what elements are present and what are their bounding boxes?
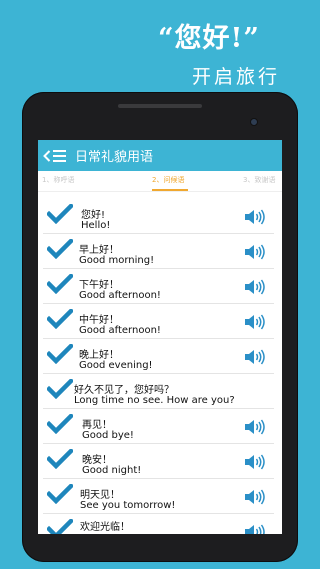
checkmark-icon (47, 309, 73, 329)
checkmark-icon (47, 274, 73, 294)
promo-subtitle: 开启旅行 (192, 66, 281, 88)
checkmark-icon (47, 239, 73, 259)
checkmark-icon (47, 414, 73, 434)
back-chevron-icon[interactable] (42, 146, 52, 166)
phrase-english: Good morning! (79, 255, 155, 266)
phrase-chinese: 再见！ (82, 420, 112, 431)
checkmark-icon (47, 484, 73, 504)
phrase-english: Good bye! (82, 430, 134, 441)
tab-forms-of-address[interactable]: 1、称呼语 (42, 175, 74, 185)
phrase-english: Good afternoon! (79, 325, 161, 336)
phrase-row[interactable]: 欢迎光临！ (43, 516, 274, 534)
phrase-chinese: 明天见！ (80, 490, 120, 501)
phrase-chinese: 您好! (81, 210, 106, 221)
phrase-english: Hello! (81, 220, 111, 231)
category-tabs: 1、称呼语 2、问候语 3、致谢语 (38, 171, 282, 192)
tab-greetings[interactable]: 2、问候语 (152, 175, 184, 185)
phrase-english: Good evening! (79, 360, 153, 371)
phrase-english: Long time no see. How are you? (74, 395, 235, 406)
promo-quote: “您好!” (158, 23, 260, 54)
app-title: 日常礼貌用语 (75, 150, 154, 165)
phrase-row[interactable]: 再见！ Good bye! (43, 411, 274, 444)
tab-thanks[interactable]: 3、致谢语 (243, 175, 275, 185)
speaker-icon[interactable] (243, 313, 265, 331)
speaker-icon[interactable] (243, 523, 265, 534)
active-tab-indicator (152, 189, 188, 191)
phone-camera (250, 118, 258, 126)
speaker-icon[interactable] (243, 348, 265, 366)
phrase-row[interactable]: 中午好！ Good afternoon! (43, 306, 274, 339)
phrase-chinese: 好久不见了，您好吗？ (74, 385, 174, 396)
speaker-icon[interactable] (243, 488, 265, 506)
phrase-chinese: 晚上好！ (79, 350, 119, 361)
checkmark-icon (47, 344, 73, 364)
phrase-english: See you tomorrow! (80, 500, 176, 511)
checkmark-icon (47, 449, 73, 469)
phrase-row[interactable]: 晚上好！ Good evening! (43, 341, 274, 374)
menu-icon[interactable] (53, 149, 66, 162)
speaker-icon[interactable] (243, 278, 265, 296)
speaker-icon[interactable] (243, 418, 265, 436)
app-bar: 日常礼貌用语 (38, 140, 282, 171)
phrase-english: Good night! (82, 465, 142, 476)
phrase-row[interactable]: 晚安！ Good night! (43, 446, 274, 479)
speaker-icon[interactable] (243, 453, 265, 471)
app-screen: 日常礼貌用语 1、称呼语 2、问候语 3、致谢语 您好! Hello! 早上好！… (38, 140, 282, 534)
phrase-chinese: 早上好！ (79, 245, 119, 256)
phrase-row[interactable]: 好久不见了，您好吗？ Long time no see. How are you… (43, 376, 274, 409)
phrase-row[interactable]: 您好! Hello! (43, 201, 274, 234)
checkmark-icon (47, 204, 73, 224)
speaker-icon[interactable] (243, 243, 265, 261)
checkmark-icon (47, 519, 73, 534)
speaker-icon[interactable] (243, 208, 265, 226)
phrase-chinese: 欢迎光临！ (80, 522, 130, 533)
phrase-chinese: 下午好！ (79, 280, 119, 291)
phrase-chinese: 中午好！ (79, 315, 119, 326)
phrase-english: Good afternoon! (79, 290, 161, 301)
phrase-row[interactable]: 明天见！ See you tomorrow! (43, 481, 274, 514)
phrase-row[interactable]: 早上好！ Good morning! (43, 236, 274, 269)
phrase-row[interactable]: 下午好！ Good afternoon! (43, 271, 274, 304)
phrase-chinese: 晚安！ (82, 455, 112, 466)
checkmark-icon (47, 379, 73, 399)
phone-speaker (118, 104, 202, 108)
